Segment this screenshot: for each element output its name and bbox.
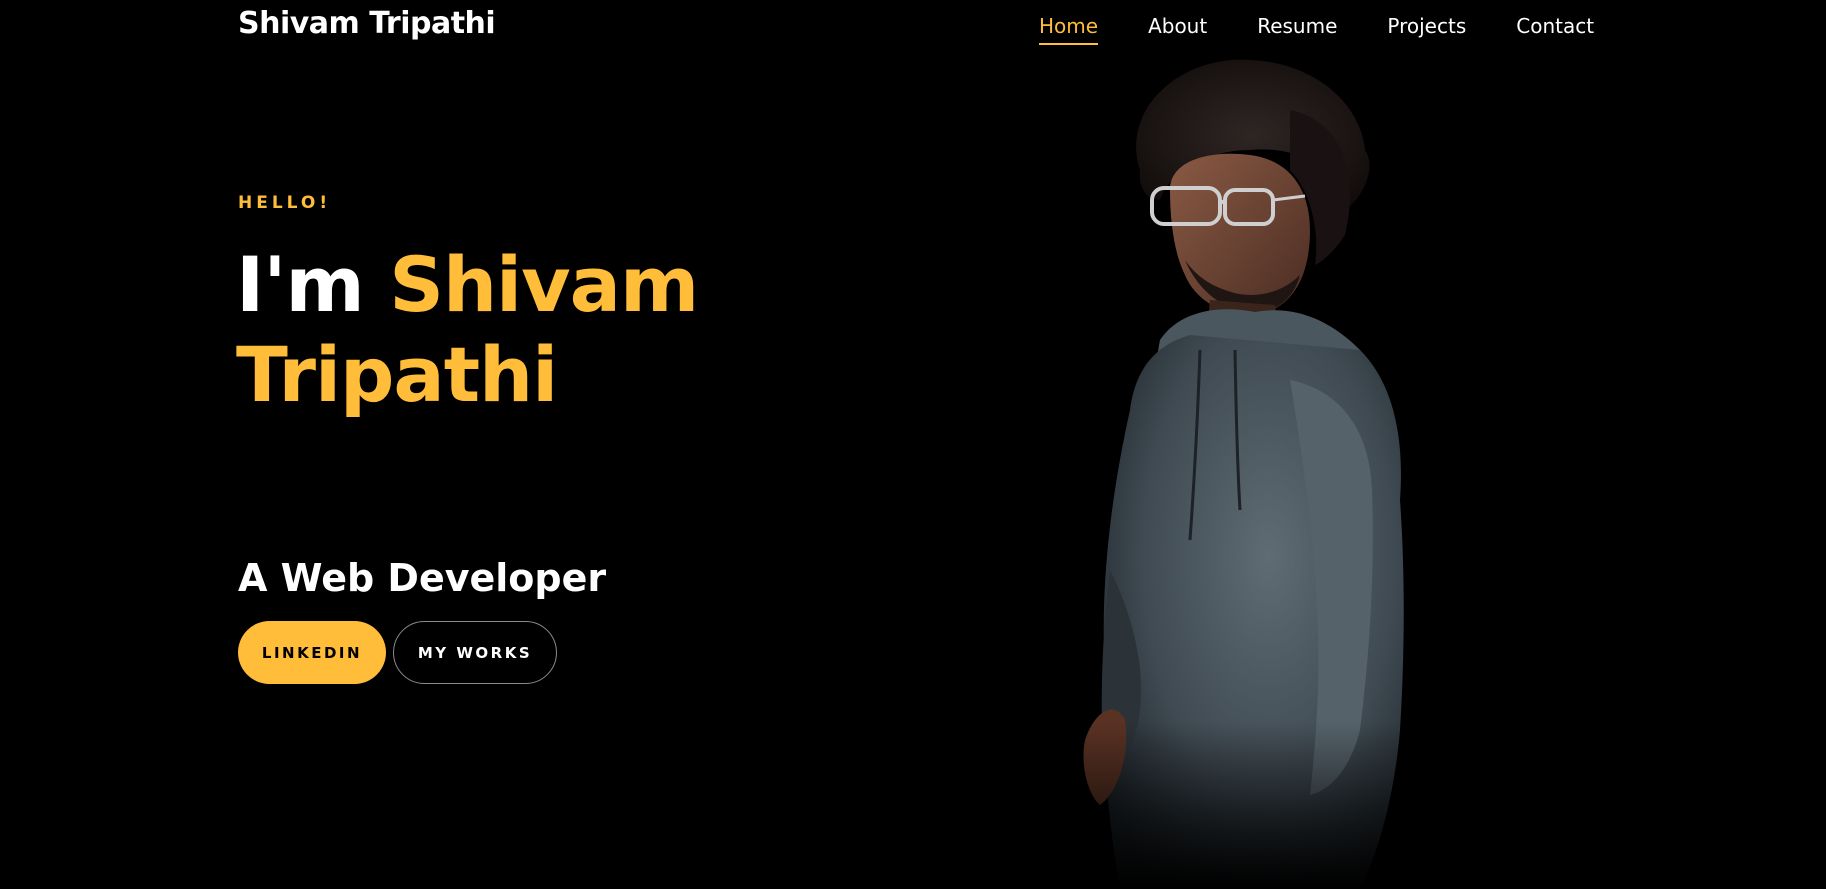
hero-greeting: HELLO! [238,193,332,213]
hero-name-first: Shivam [389,240,699,329]
hero-intro: I'm [236,240,365,329]
nav-contact[interactable]: Contact [1516,13,1594,39]
main-nav: Home About Resume Projects Contact [1039,13,1594,45]
hero-headline: I'm Shivam Tripathi [236,240,956,420]
my-works-button[interactable]: MY WORKS [393,621,557,684]
nav-about[interactable]: About [1148,13,1207,39]
nav-projects[interactable]: Projects [1387,13,1466,39]
person-portrait-image [1060,50,1440,889]
nav-home[interactable]: Home [1039,13,1099,45]
hero-role: A Web Developer [238,556,607,600]
brand-logo[interactable]: Shivam Tripathi [238,6,496,41]
linkedin-button[interactable]: LINKEDIN [238,621,386,684]
hero-page: Shivam Tripathi Home About Resume Projec… [0,0,1826,889]
nav-resume[interactable]: Resume [1257,13,1337,39]
hero-name-last: Tripathi [236,330,558,419]
